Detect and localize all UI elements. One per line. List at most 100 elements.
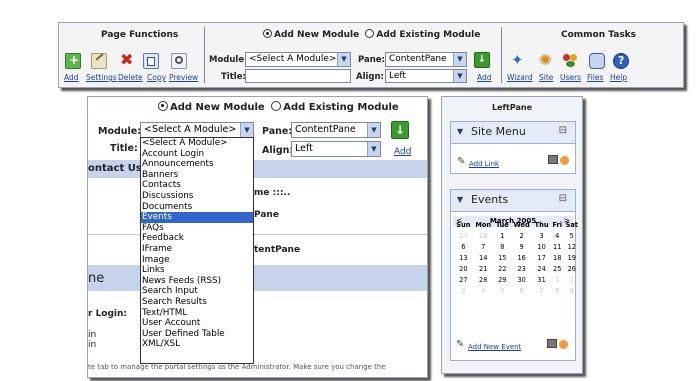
move-down-icon[interactable]: ↓ (474, 52, 490, 68)
calendar-day[interactable]: 7 (532, 285, 550, 296)
calendar-day[interactable]: 22 (494, 263, 511, 274)
dropdown-option[interactable]: User Account (141, 318, 253, 329)
calendar-day[interactable]: 29 (494, 274, 511, 285)
help-icon[interactable]: ? (613, 53, 629, 69)
minimize-icon[interactable]: ⊟ (559, 125, 567, 136)
add-new-module-radio[interactable] (158, 101, 168, 111)
calendar-day[interactable]: 17 (532, 252, 550, 263)
module-select[interactable]: <Select A Module> ▼ (245, 52, 351, 67)
dropdown-option[interactable]: User Defined Table (141, 329, 253, 340)
dropdown-option[interactable]: Feedback (141, 233, 253, 244)
calendar-day[interactable]: 8 (551, 285, 564, 296)
preview-icon[interactable] (171, 53, 187, 69)
calendar-day[interactable]: 25 (551, 263, 564, 274)
calendar-day[interactable]: 3 (532, 230, 550, 241)
calendar-day[interactable]: 10 (532, 241, 550, 252)
common-task-link-users[interactable]: Users (560, 73, 581, 82)
calendar-day[interactable]: 19 (564, 252, 580, 263)
calendar-day[interactable]: 9 (564, 285, 580, 296)
calendar-day[interactable]: 20 (454, 263, 473, 274)
calendar-day[interactable]: 21 (473, 263, 494, 274)
pane-select[interactable]: ContentPane ▼ (291, 122, 381, 138)
calendar-day[interactable]: 2 (564, 274, 580, 285)
calendar-day[interactable]: 11 (551, 241, 564, 252)
dropdown-option[interactable]: Search Results (141, 297, 253, 308)
common-task-link-files[interactable]: Files (587, 73, 603, 82)
users-icon[interactable] (563, 53, 579, 69)
add-existing-module-label[interactable]: Add Existing Module (376, 30, 480, 40)
calendar-day[interactable]: 9 (511, 241, 533, 252)
dropdown-option[interactable]: <Select A Module> (141, 138, 253, 149)
calendar-day[interactable]: 4 (473, 285, 494, 296)
calendar-day[interactable]: 1 (551, 274, 564, 285)
dropdown-option[interactable]: IFrame (141, 244, 253, 255)
align-select[interactable]: Left ▼ (385, 69, 467, 83)
calendar-day[interactable]: 8 (494, 241, 511, 252)
calendar-day[interactable]: 26 (564, 263, 580, 274)
add-page-icon[interactable]: + (65, 53, 81, 69)
page-function-link-settings[interactable]: Settings (86, 73, 117, 82)
page-function-link-add[interactable]: Add (64, 73, 79, 82)
pane-select[interactable]: ContentPane ▼ (385, 52, 467, 67)
calendar-day[interactable]: 27 (454, 230, 473, 241)
calendar-day[interactable]: 6 (511, 285, 533, 296)
page-function-link-copy[interactable]: Copy (147, 73, 166, 82)
dropdown-option[interactable]: News Feeds (RSS) (141, 276, 253, 287)
dropdown-option[interactable]: Image (141, 255, 253, 266)
calendar-day[interactable]: 14 (473, 252, 494, 263)
title-input[interactable] (245, 69, 351, 83)
common-task-link-wizard[interactable]: Wizard (507, 73, 533, 82)
copy-icon[interactable] (143, 53, 159, 69)
collapse-arrow-icon[interactable]: ▼ (457, 195, 463, 204)
calendar-day[interactable]: 2 (511, 230, 533, 241)
module-dropdown-list[interactable]: <Select A Module> Account Login Announce… (140, 137, 254, 364)
dropdown-option[interactable]: Announcements (141, 159, 253, 170)
page-function-link-delete[interactable]: Delete (118, 73, 143, 82)
calendar-day[interactable]: 5 (494, 285, 511, 296)
add-existing-module-radio[interactable] (271, 101, 282, 111)
edit-icon[interactable] (559, 340, 568, 349)
calendar-day[interactable]: 18 (551, 252, 564, 263)
site-icon[interactable]: ✺ (539, 51, 555, 69)
add-module-link[interactable]: Add (394, 147, 411, 157)
dropdown-option[interactable]: FAQs (141, 223, 253, 234)
calendar-day[interactable]: 12 (564, 241, 580, 252)
calendar-day[interactable]: 6 (454, 241, 473, 252)
add-existing-module-radio[interactable] (365, 29, 375, 38)
calendar-day[interactable]: 3 (454, 285, 473, 296)
calendar-day[interactable]: 1 (494, 230, 511, 241)
files-icon[interactable] (589, 53, 605, 69)
edit-icon[interactable] (560, 156, 569, 165)
calendar-day[interactable]: 28 (473, 274, 494, 285)
calendar-day[interactable]: 7 (473, 241, 494, 252)
dropdown-option[interactable]: Documents (141, 202, 253, 213)
move-down-icon[interactable]: ↓ (391, 121, 409, 139)
calendar-day[interactable]: 23 (511, 263, 533, 274)
dropdown-option[interactable]: Banners (141, 170, 253, 181)
calendar-day[interactable]: 24 (532, 263, 550, 274)
calendar-day[interactable]: 31 (532, 274, 550, 285)
dropdown-option[interactable]: Links (141, 265, 253, 276)
align-select[interactable]: Left ▼ (291, 141, 381, 157)
collapse-arrow-icon[interactable]: ▼ (457, 127, 463, 136)
add-new-module-label[interactable]: Add New Module (274, 30, 359, 40)
dropdown-option[interactable]: Contacts (141, 180, 253, 191)
calendar-day[interactable]: 13 (454, 252, 473, 263)
calendar-day[interactable]: 27 (454, 274, 473, 285)
dropdown-option-selected[interactable]: Events (141, 212, 253, 223)
calendar-day[interactable]: 15 (494, 252, 511, 263)
add-existing-module-label[interactable]: Add Existing Module (283, 102, 398, 113)
print-icon[interactable] (547, 339, 557, 348)
add-link[interactable]: Add Link (469, 160, 499, 168)
calendar-day[interactable]: 4 (551, 230, 564, 241)
common-task-link-site[interactable]: Site (539, 73, 553, 82)
common-task-link-help[interactable]: Help (610, 73, 627, 82)
module-select[interactable]: <Select A Module> ▼ (140, 122, 254, 138)
calendar-day[interactable]: 16 (511, 252, 533, 263)
wizard-icon[interactable]: ✦ (511, 51, 527, 69)
add-new-module-radio[interactable] (263, 29, 272, 38)
dropdown-option[interactable]: XML/XSL (141, 339, 253, 350)
calendar-day[interactable]: 28 (473, 230, 494, 241)
dropdown-option[interactable]: Discussions (141, 191, 253, 202)
settings-icon[interactable] (91, 53, 107, 69)
